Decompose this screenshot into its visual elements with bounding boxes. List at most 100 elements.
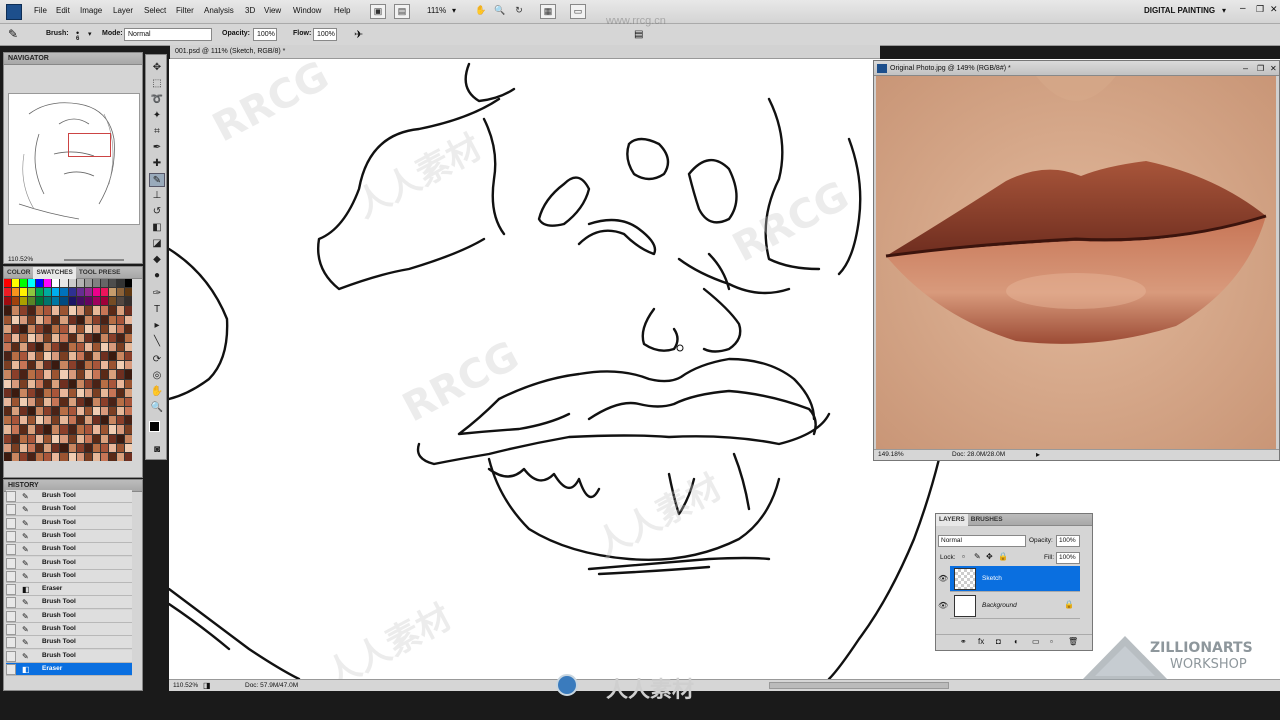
adjustment-layer-icon[interactable]: ◐	[1014, 637, 1019, 646]
swatch-cell[interactable]	[76, 279, 84, 288]
swatch-cell[interactable]	[60, 452, 68, 461]
zoom-icon[interactable]: 🔍	[492, 4, 508, 19]
history-snapshot-checkbox[interactable]	[6, 557, 16, 569]
history-snapshot-checkbox[interactable]	[6, 584, 16, 596]
swatch-cell[interactable]	[100, 452, 108, 461]
swatch-cell[interactable]	[28, 416, 36, 425]
swatch-cell[interactable]	[124, 297, 132, 306]
swatch-cell[interactable]	[36, 443, 44, 452]
arrange-documents-icon[interactable]: ▦	[540, 4, 556, 19]
swatch-cell[interactable]	[52, 306, 60, 315]
airbrush-icon[interactable]: ✈	[354, 28, 363, 41]
swatch-cell[interactable]	[84, 342, 92, 352]
magic-wand-icon[interactable]: ✦	[149, 109, 165, 123]
swatch-cell[interactable]	[92, 452, 100, 461]
swatch-cell[interactable]	[52, 370, 60, 379]
mode-select[interactable]: Normal	[124, 28, 212, 41]
swatch-cell[interactable]	[28, 452, 36, 461]
swatch-cell[interactable]	[76, 443, 84, 452]
swatch-cell[interactable]	[36, 352, 44, 361]
swatch-cell[interactable]	[76, 342, 84, 352]
swatch-cell[interactable]	[36, 361, 44, 370]
play-arrow-icon[interactable]: ▸	[1036, 450, 1040, 459]
swatch-cell[interactable]	[12, 288, 20, 297]
lock-pixels-icon[interactable]: ✎	[974, 552, 981, 561]
swatch-cell[interactable]	[44, 352, 52, 361]
swatch-cell[interactable]	[60, 370, 68, 379]
swatch-cell[interactable]	[124, 279, 132, 288]
swatch-cell[interactable]	[36, 288, 44, 297]
swatch-cell[interactable]	[92, 370, 100, 379]
lock-transparency-icon[interactable]: ▫	[962, 552, 965, 561]
reference-photo-window[interactable]: Original Photo.jpg @ 149% (RGB/8#) * – ❐…	[873, 60, 1280, 461]
swatch-cell[interactable]	[68, 407, 76, 416]
swatch-cell[interactable]	[36, 315, 44, 324]
history-snapshot-checkbox[interactable]	[6, 517, 16, 529]
swatch-cell[interactable]	[60, 388, 68, 397]
swatch-cell[interactable]	[68, 306, 76, 315]
close-icon[interactable]: ✕	[1270, 61, 1277, 76]
swatch-cell[interactable]	[92, 425, 100, 434]
quick-mask-icon[interactable]: ◙	[149, 443, 165, 457]
menu-window[interactable]: Window	[293, 6, 321, 15]
swatch-cell[interactable]	[116, 425, 124, 434]
swatch-cell[interactable]	[116, 370, 124, 379]
swatch-cell[interactable]	[12, 306, 20, 315]
minimize-icon[interactable]: –	[1243, 61, 1248, 76]
swatch-cell[interactable]	[100, 333, 108, 342]
dodge-tool-icon[interactable]: ●	[149, 269, 165, 283]
menu-layer[interactable]: Layer	[113, 6, 133, 15]
swatch-cell[interactable]	[100, 370, 108, 379]
swatch-cell[interactable]	[100, 315, 108, 324]
history-item[interactable]: ✎ Brush Tool	[6, 490, 132, 503]
swatch-cell[interactable]	[4, 342, 12, 352]
navigator-view-box[interactable]	[68, 133, 111, 157]
swatch-cell[interactable]	[44, 288, 52, 297]
swatch-cell[interactable]	[60, 361, 68, 370]
swatch-cell[interactable]	[4, 416, 12, 425]
swatch-cell[interactable]	[44, 388, 52, 397]
swatch-cell[interactable]	[76, 297, 84, 306]
history-snapshot-checkbox[interactable]	[6, 544, 16, 556]
history-item[interactable]: ✎ Brush Tool	[6, 569, 132, 583]
swatch-cell[interactable]	[44, 434, 52, 443]
swatch-cell[interactable]	[76, 306, 84, 315]
swatch-cell[interactable]	[60, 397, 68, 407]
swatch-cell[interactable]	[20, 443, 28, 452]
swatch-cell[interactable]	[92, 443, 100, 452]
chevron-down-icon[interactable]: ▾	[88, 30, 92, 38]
swatch-cell[interactable]	[28, 333, 36, 342]
line-tool-icon[interactable]: ╲	[149, 335, 165, 349]
swatch-cell[interactable]	[68, 333, 76, 342]
swatch-cell[interactable]	[4, 397, 12, 407]
chevron-down-icon[interactable]: ▾	[452, 6, 456, 15]
history-item[interactable]: ✎ Brush Tool	[6, 649, 132, 663]
swatch-cell[interactable]	[12, 333, 20, 342]
swatch-cell[interactable]	[124, 434, 132, 443]
menu-image[interactable]: Image	[80, 6, 102, 15]
swatch-cell[interactable]	[108, 379, 116, 388]
swatch-cell[interactable]	[60, 288, 68, 297]
swatch-cell[interactable]	[4, 297, 12, 306]
swatch-cell[interactable]	[4, 370, 12, 379]
delete-layer-icon[interactable]: 🗑	[1068, 637, 1078, 646]
swatch-cell[interactable]	[44, 342, 52, 352]
history-snapshot-checkbox[interactable]	[6, 610, 16, 622]
move-tool-icon[interactable]: ✥	[149, 61, 165, 75]
swatch-cell[interactable]	[84, 361, 92, 370]
bridge-icon[interactable]: ▣	[370, 4, 386, 19]
clone-stamp-icon[interactable]: ⊥	[149, 189, 165, 203]
swatch-cell[interactable]	[68, 279, 76, 288]
swatch-cell[interactable]	[116, 379, 124, 388]
history-snapshot-checkbox[interactable]	[6, 650, 16, 662]
3d-rotate-icon[interactable]: ⟳	[149, 353, 165, 367]
swatch-cell[interactable]	[100, 288, 108, 297]
swatch-cell[interactable]	[4, 279, 12, 288]
swatch-cell[interactable]	[4, 379, 12, 388]
photoshop-logo-icon[interactable]	[6, 4, 22, 20]
swatch-cell[interactable]	[28, 306, 36, 315]
swatch-cell[interactable]	[12, 452, 20, 461]
swatch-cell[interactable]	[116, 388, 124, 397]
history-snapshot-checkbox[interactable]	[6, 597, 16, 609]
swatch-cell[interactable]	[124, 333, 132, 342]
